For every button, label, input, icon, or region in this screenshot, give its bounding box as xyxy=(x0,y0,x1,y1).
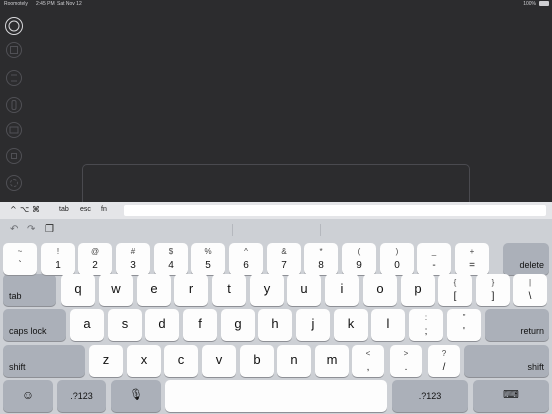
key-4[interactable]: $4 xyxy=(154,243,188,275)
key-m[interactable]: m xyxy=(315,345,349,377)
key-0[interactable]: ) 0 xyxy=(380,243,414,275)
key-7[interactable]: & 7 xyxy=(267,243,301,275)
numbers-key-right[interactable]: .?123 xyxy=(392,380,468,412)
monitor-icon[interactable] xyxy=(6,122,22,138)
key-v[interactable]: v xyxy=(202,345,236,377)
tab-modifier-key[interactable]: tab xyxy=(59,206,69,213)
fn-key[interactable]: fn xyxy=(101,206,107,213)
battery-icon xyxy=(539,1,549,6)
key-[[interactable]: {[ xyxy=(438,274,472,306)
key-t[interactable]: t xyxy=(212,274,246,306)
key-g[interactable]: g xyxy=(221,309,255,341)
key-f[interactable]: f xyxy=(183,309,217,341)
key-9[interactable]: (9 xyxy=(342,243,376,275)
settings-icon[interactable] xyxy=(6,175,22,191)
return-key[interactable]: return xyxy=(485,309,549,341)
key-8[interactable]: * 8 xyxy=(304,243,338,275)
key-p[interactable]: p xyxy=(401,274,435,306)
key-j[interactable]: j xyxy=(296,309,330,341)
undo-icon[interactable]: ↶ xyxy=(10,224,18,235)
redo-icon[interactable]: ↷ xyxy=(27,224,35,235)
numbers-key-left[interactable]: .?123 xyxy=(57,380,106,412)
key-sym-b1[interactable]: >. xyxy=(390,345,422,377)
key-i[interactable]: i xyxy=(325,274,359,306)
key-z[interactable]: z xyxy=(89,345,123,377)
text-input[interactable] xyxy=(124,205,546,216)
dictation-key[interactable]: 🎙 xyxy=(111,380,161,412)
command-key[interactable]: ⌘ xyxy=(32,205,40,214)
remote-icon[interactable] xyxy=(6,97,22,113)
key-y[interactable]: y xyxy=(250,274,284,306)
delete-key[interactable]: delete xyxy=(503,243,549,275)
divider xyxy=(320,224,321,236)
key-x[interactable]: x xyxy=(127,345,161,377)
key-k[interactable]: k xyxy=(334,309,368,341)
volume-icon[interactable] xyxy=(6,148,22,164)
key-e[interactable]: e xyxy=(137,274,171,306)
key-][interactable]: }] xyxy=(476,274,510,306)
key--[interactable]: _ - xyxy=(417,243,451,275)
key-6[interactable]: ^ 6 xyxy=(229,243,263,275)
key-w[interactable]: w xyxy=(99,274,133,306)
key-\[interactable]: | \ xyxy=(513,274,547,306)
key-sym-1[interactable]: " ' xyxy=(447,309,481,341)
key-q[interactable]: q xyxy=(61,274,95,306)
esc-key[interactable]: esc xyxy=(80,206,91,213)
time-label: 2:45 PM xyxy=(36,1,55,7)
space-key[interactable] xyxy=(165,380,387,412)
microphone-icon: 🎙 xyxy=(129,389,143,401)
key-o[interactable]: o xyxy=(363,274,397,306)
key-c[interactable]: c xyxy=(164,345,198,377)
hide-keyboard-key[interactable]: ⌨ xyxy=(473,380,549,412)
key-sym-b2[interactable]: ? / xyxy=(428,345,460,377)
battery-label: 100% xyxy=(523,1,536,7)
shift-left-key[interactable]: shift xyxy=(3,345,85,377)
key-sym-b0[interactable]: <, xyxy=(352,345,384,377)
key-r[interactable]: r xyxy=(174,274,208,306)
key-l[interactable]: l xyxy=(371,309,405,341)
option-key[interactable]: ⌥ xyxy=(20,205,29,214)
key-`[interactable]: ~ ` xyxy=(3,243,37,275)
shortcut-bar: ↶ ↷ ❐ xyxy=(0,219,552,241)
status-bar: Roomotely 2:45 PM Sat Nov 12 100% xyxy=(0,0,552,8)
key-d[interactable]: d xyxy=(145,309,179,341)
divider xyxy=(232,224,233,236)
emoji-key[interactable]: ☺ xyxy=(3,380,53,412)
key-sym-0[interactable]: :; xyxy=(409,309,443,341)
carrier-label: Roomotely xyxy=(4,1,28,7)
tab-key[interactable]: tab xyxy=(3,274,56,306)
keyboard: ↶ ↷ ❐ delete tab caps lock return shift … xyxy=(0,219,552,414)
key-s[interactable]: s xyxy=(108,309,142,341)
key-n[interactable]: n xyxy=(277,345,311,377)
key-1[interactable]: ! 1 xyxy=(41,243,75,275)
key-=[interactable]: + = xyxy=(455,243,489,275)
key-h[interactable]: h xyxy=(258,309,292,341)
circle-icon[interactable] xyxy=(5,17,23,35)
key-3[interactable]: #3 xyxy=(116,243,150,275)
key-a[interactable]: a xyxy=(70,309,104,341)
shift-right-key[interactable]: shift xyxy=(464,345,549,377)
keyboard-icon: ⌨ xyxy=(503,389,519,401)
modifier-bar: ^ ⌥ ⌘ tab esc fn xyxy=(0,202,552,219)
smiley-icon: ☺ xyxy=(21,388,35,402)
clipboard-icon[interactable]: ❐ xyxy=(45,224,54,235)
caps-lock-key[interactable]: caps lock xyxy=(3,309,66,341)
key-5[interactable]: % 5 xyxy=(191,243,225,275)
grid-icon[interactable] xyxy=(6,42,22,58)
key-u[interactable]: u xyxy=(287,274,321,306)
trackpad[interactable] xyxy=(82,164,470,204)
key-b[interactable]: b xyxy=(240,345,274,377)
list-icon[interactable] xyxy=(6,70,22,86)
key-2[interactable]: @2 xyxy=(78,243,112,275)
ctrl-key[interactable]: ^ xyxy=(10,205,17,214)
date-label: Sat Nov 12 xyxy=(57,1,82,7)
